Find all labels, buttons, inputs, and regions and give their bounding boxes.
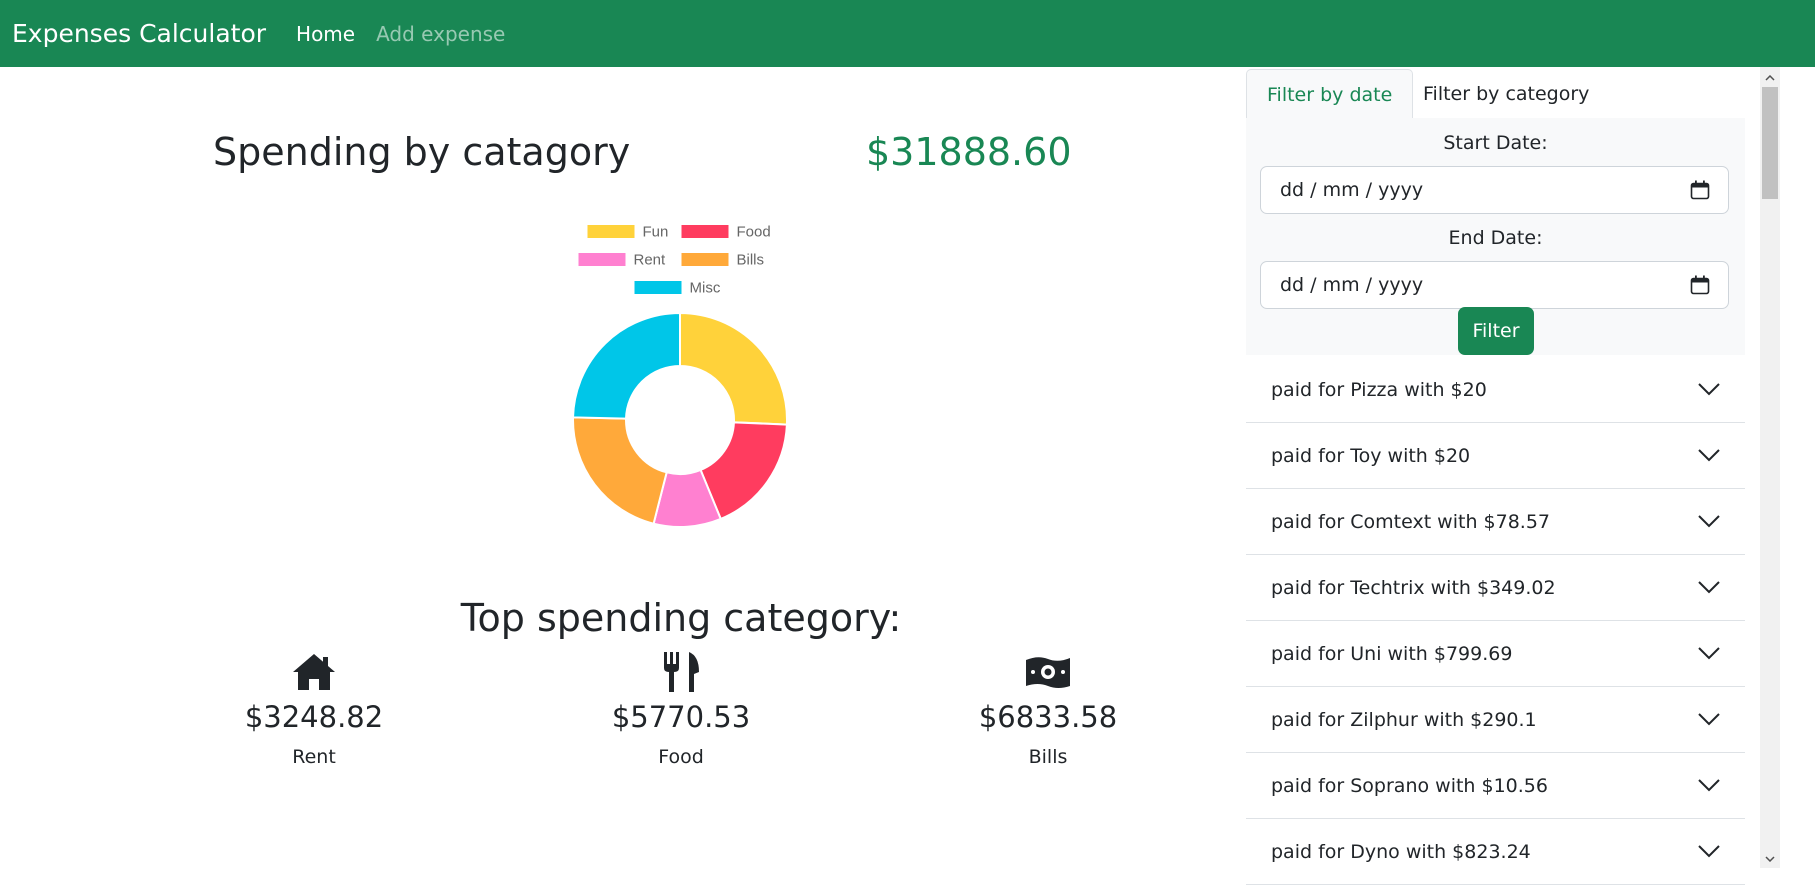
chevron-down-icon [1698, 647, 1720, 660]
top-spending-amount: $6833.58 [978, 700, 1118, 734]
filter-tabs: Filter by date Filter by category [1246, 69, 1745, 121]
top-spending-amount: $5770.53 [611, 700, 751, 734]
total-amount: $31888.60 [866, 130, 1072, 174]
utensils-icon [664, 652, 699, 692]
top-spending-item: $6833.58 Bills [948, 650, 1148, 768]
app-brand[interactable]: Expenses Calculator [12, 19, 266, 48]
legend-label-bills[interactable]: Bills [737, 252, 765, 269]
legend-swatch-food[interactable] [681, 225, 729, 238]
scroll-thumb[interactable] [1762, 87, 1778, 199]
legend-label-rent[interactable]: Rent [634, 252, 667, 269]
expense-list: paid for Pizza with $20 paid for Toy wit… [1246, 357, 1745, 885]
money-bill-icon [1026, 657, 1070, 688]
scroll-down-arrow[interactable] [1760, 850, 1780, 868]
top-spending-item: $5770.53 Food [581, 650, 781, 768]
list-item[interactable]: paid for Uni with $799.69 [1246, 621, 1745, 687]
tab-filter-by-date[interactable]: Filter by date [1246, 69, 1414, 121]
list-item[interactable]: paid for Zilphur with $290.1 [1246, 687, 1745, 753]
top-spending-amount: $3248.82 [244, 700, 384, 734]
list-item[interactable]: paid for Techtrix with $349.02 [1246, 555, 1745, 621]
chevron-down-icon [1698, 845, 1720, 858]
chevron-down-icon [1765, 856, 1775, 862]
end-date-label: End Date: [1448, 227, 1543, 249]
spending-chart: Fun Food Rent Bills Misc [570, 220, 790, 530]
donut-slice-bills[interactable] [572, 416, 668, 525]
start-date-value: dd / mm / yyyy [1280, 179, 1424, 201]
top-spending-label: Bills [1028, 746, 1068, 768]
start-date-label: Start Date: [1443, 132, 1548, 154]
donut-chart-svg: Fun Food Rent Bills Misc [572, 224, 788, 528]
expense-label: paid for Zilphur with $290.1 [1271, 708, 1537, 731]
expense-label: paid for Pizza with $20 [1271, 378, 1487, 401]
end-date-input[interactable]: dd / mm / yyyy [1260, 261, 1729, 309]
list-item[interactable]: paid for Toy with $20 [1246, 423, 1745, 489]
start-date-input[interactable]: dd / mm / yyyy [1260, 166, 1729, 214]
top-spending-label: Rent [292, 746, 336, 768]
legend-swatch-bills[interactable] [681, 253, 729, 266]
scroll-up-arrow[interactable] [1760, 69, 1780, 87]
expense-label: paid for Techtrix with $349.02 [1271, 576, 1556, 599]
top-spending-title: Top spending category: [460, 596, 902, 640]
list-item[interactable]: paid for Pizza with $20 [1246, 357, 1745, 423]
top-spending-label: Food [658, 746, 704, 768]
list-item[interactable]: paid for Soprano with $10.56 [1246, 753, 1745, 819]
expense-label: paid for Dyno with $823.24 [1271, 840, 1531, 863]
donut-slice-fun[interactable] [679, 311, 788, 426]
list-item[interactable]: paid for Dyno with $823.24 [1246, 819, 1745, 885]
calendar-icon[interactable] [1690, 180, 1710, 200]
calendar-icon[interactable] [1690, 275, 1710, 295]
chevron-down-icon [1698, 449, 1720, 462]
legend-swatch-rent[interactable] [578, 253, 626, 266]
donut-slice-misc[interactable] [572, 311, 681, 420]
chevron-down-icon [1698, 713, 1720, 726]
chevron-down-icon [1698, 515, 1720, 528]
chevron-down-icon [1698, 383, 1720, 396]
legend-swatch-misc[interactable] [634, 281, 682, 294]
nav-link-home[interactable]: Home [296, 22, 355, 46]
expense-label: paid for Comtext with $78.57 [1271, 510, 1551, 533]
expense-label: paid for Uni with $799.69 [1271, 642, 1513, 665]
nav-link-add-expense[interactable]: Add expense [376, 22, 505, 46]
navbar: Expenses Calculator Home Add expense [0, 0, 1815, 67]
legend-label-fun[interactable]: Fun [643, 224, 669, 241]
filter-panel: Filter by date Filter by category Start … [1246, 67, 1745, 885]
list-item[interactable]: paid for Comtext with $78.57 [1246, 489, 1745, 555]
filter-button[interactable]: Filter [1458, 307, 1534, 355]
top-spending-item: $3248.82 Rent [214, 650, 414, 768]
end-date-value: dd / mm / yyyy [1280, 274, 1424, 296]
chevron-down-icon [1698, 581, 1720, 594]
expense-label: paid for Soprano with $10.56 [1271, 774, 1548, 797]
scrollbar[interactable] [1760, 67, 1780, 868]
chevron-up-icon [1765, 75, 1775, 81]
page-title: Spending by catagory [213, 130, 631, 174]
house-icon [293, 654, 335, 690]
legend-label-food[interactable]: Food [737, 224, 771, 241]
legend-swatch-fun[interactable] [587, 225, 635, 238]
legend-label-misc[interactable]: Misc [690, 280, 721, 297]
chevron-down-icon [1698, 779, 1720, 792]
expense-label: paid for Toy with $20 [1271, 444, 1471, 467]
tab-filter-by-category[interactable]: Filter by category [1403, 69, 1609, 121]
